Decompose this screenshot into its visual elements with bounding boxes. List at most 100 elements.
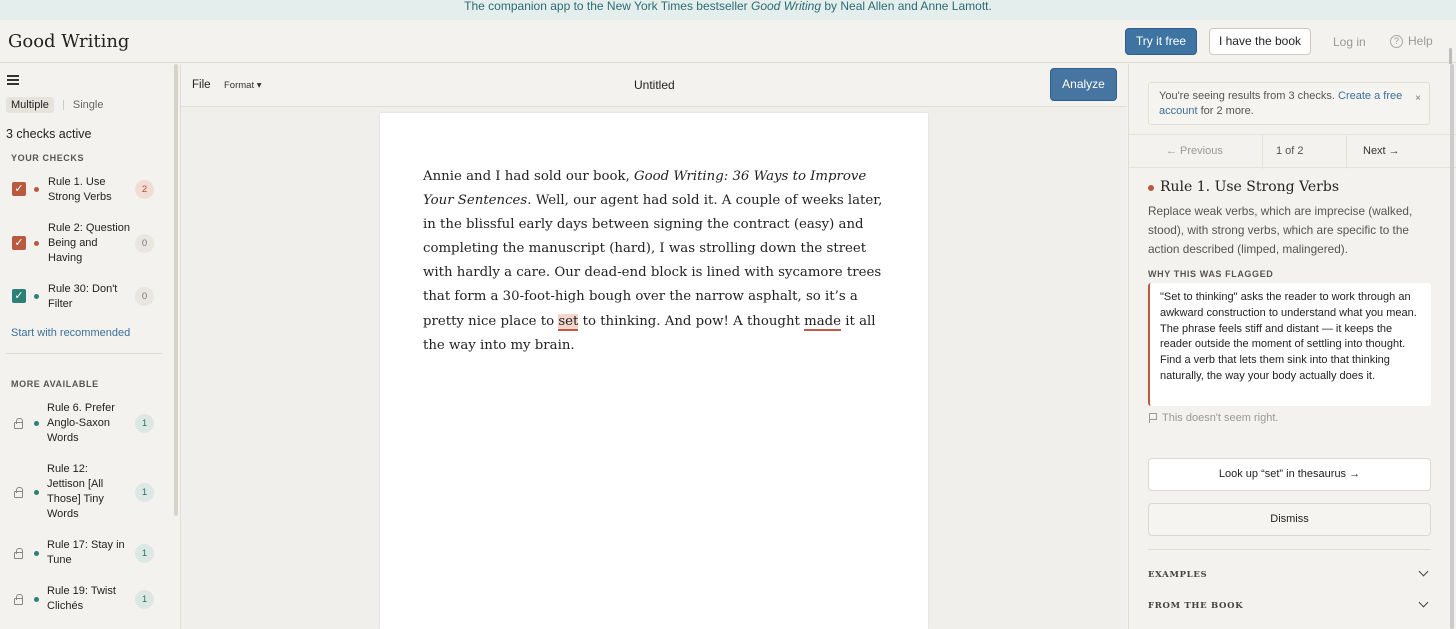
lock-icon — [14, 487, 23, 498]
next-button[interactable]: Next → — [1363, 145, 1400, 157]
checkbox-checked-icon[interactable]: ✓ — [12, 182, 26, 196]
more-available-heading: MORE AVAILABLE — [11, 379, 99, 389]
document-body[interactable]: Annie and I had sold our book, Good Writ… — [423, 165, 893, 358]
flag-count-badge: 0 — [135, 234, 154, 253]
file-menu[interactable]: File — [192, 79, 211, 91]
results-notice: You're seeing results from 3 checks. Cre… — [1148, 82, 1430, 125]
rule-title: Rule 1. Use Strong Verbs — [1160, 179, 1340, 195]
check-item-label: Rule 1. Use Strong Verbs — [48, 176, 112, 203]
flagged-word-active[interactable]: set — [558, 313, 579, 331]
banner-suffix: by Neal Allen and Anne Lamott. — [821, 0, 992, 13]
flag-count-badge: 1 — [135, 483, 154, 502]
flag-count-badge: 1 — [135, 590, 154, 609]
help-label: Help — [1408, 34, 1433, 48]
notice-text: You're seeing results from 3 checks. — [1159, 90, 1339, 102]
login-link[interactable]: Log in — [1333, 35, 1366, 49]
rule-color-dot — [34, 490, 39, 495]
check-item-label: Rule 30: Don't Filter — [48, 283, 118, 310]
menu-icon[interactable] — [7, 75, 19, 87]
rule-color-dot — [34, 187, 39, 192]
banner-prefix: The companion app to the New York Times … — [464, 0, 751, 13]
sidebar-scrollbar[interactable] — [174, 64, 178, 516]
locked-rule-label: Rule 17: Stay in Tune — [47, 539, 125, 566]
doc-text-segment: . Well, our agent had sold it. A couple … — [423, 193, 883, 329]
from-book-label: FROM THE BOOK — [1148, 601, 1244, 611]
document-title[interactable]: Untitled — [634, 78, 675, 92]
panel-scrollbar[interactable] — [1450, 64, 1454, 629]
flag-count-badge: 1 — [135, 544, 154, 563]
checkbox-checked-icon[interactable]: ✓ — [12, 236, 26, 250]
flag-explanation: "Set to thinking" asks the reader to wor… — [1148, 283, 1431, 406]
your-checks-heading: YOUR CHECKS — [11, 153, 85, 163]
check-item[interactable]: ✓ Rule 1. Use Strong Verbs 2 — [0, 174, 170, 206]
report-issue-label: This doesn't seem right. — [1162, 412, 1279, 424]
top-bar: Good Writing Try it free I have the book… — [0, 20, 1456, 68]
chevron-down-icon — [1418, 597, 1429, 608]
pager-divider — [1346, 135, 1347, 169]
checkbox-checked-icon[interactable]: ✓ — [12, 289, 26, 303]
doc-text-segment: to thinking. And pow! A thought — [578, 313, 805, 329]
analyze-button[interactable]: Analyze — [1050, 68, 1117, 101]
lock-icon — [14, 548, 23, 559]
results-panel: You're seeing results from 3 checks. Cre… — [1128, 64, 1456, 629]
rule-color-dot — [1148, 185, 1154, 191]
flagged-word[interactable]: made — [804, 313, 842, 331]
help-icon: ? — [1390, 34, 1403, 48]
help-link[interactable]: ? Help — [1390, 34, 1433, 48]
locked-rule-item[interactable]: Rule 17: Stay in Tune 1 — [0, 538, 170, 570]
report-issue-link[interactable]: This doesn't seem right. — [1149, 412, 1278, 424]
result-pager: ← Previous 1 of 2 Next → — [1129, 134, 1456, 169]
start-recommended-link[interactable]: Start with recommended — [11, 327, 130, 339]
locked-rule-label: Rule 19: Twist Clichés — [47, 585, 116, 612]
mode-single-tab[interactable]: Single — [73, 99, 104, 111]
thesaurus-button[interactable]: Look up “set” in thesaurus → — [1148, 458, 1431, 491]
lock-icon — [14, 418, 23, 429]
have-book-button[interactable]: I have the book — [1209, 28, 1311, 55]
flag-count-badge: 0 — [135, 287, 154, 306]
check-item[interactable]: ✓ Rule 30: Don't Filter 0 — [0, 281, 170, 313]
locked-rule-label: Rule 12: Jettison [All Those] Tiny Words — [47, 463, 104, 520]
pager-divider — [1262, 135, 1263, 169]
document-page[interactable]: Annie and I had sold our book, Good Writ… — [380, 113, 928, 629]
sidebar-divider — [6, 353, 162, 354]
from-book-accordion[interactable]: FROM THE BOOK — [1148, 597, 1431, 611]
check-item[interactable]: ✓ Rule 2: Question Being and Having 0 — [0, 220, 170, 266]
notice-suffix: for 2 more. — [1197, 105, 1254, 117]
rule-color-dot — [34, 241, 39, 246]
flag-count-badge: 2 — [135, 180, 154, 199]
mode-divider — [62, 100, 64, 110]
locked-rule-item[interactable]: Rule 19: Twist Clichés 1 — [0, 584, 170, 616]
rule-color-dot — [34, 551, 39, 556]
mode-multiple-tab[interactable]: Multiple — [6, 97, 54, 113]
rule-color-dot — [34, 597, 39, 602]
format-menu[interactable]: Format ▾ — [224, 80, 262, 91]
banner-book-title: Good Writing — [751, 0, 822, 13]
mode-toggle: Multiple Single — [6, 97, 103, 113]
why-flagged-heading: WHY THIS WAS FLAGGED — [1148, 269, 1274, 279]
flag-icon — [1149, 413, 1157, 423]
locked-rule-item[interactable]: Rule 6. Prefer Anglo-Saxon Words 1 — [0, 401, 170, 447]
locked-rule-item[interactable]: Rule 12: Jettison [All Those] Tiny Words… — [0, 462, 170, 524]
chevron-down-icon — [1418, 566, 1429, 577]
examples-label: EXAMPLES — [1148, 570, 1208, 580]
lock-icon — [14, 594, 23, 605]
check-item-label: Rule 2: Question Being and Having — [48, 222, 130, 264]
close-icon[interactable]: × — [1415, 91, 1421, 106]
editor-toolbar: File Format ▾ Untitled Analyze — [180, 64, 1127, 107]
examples-accordion[interactable]: EXAMPLES — [1148, 566, 1431, 580]
dismiss-button[interactable]: Dismiss — [1148, 503, 1431, 536]
previous-button[interactable]: ← Previous — [1166, 145, 1223, 157]
doc-text-segment: Annie and I had sold our book, — [423, 169, 635, 184]
result-counter: 1 of 2 — [1276, 145, 1304, 157]
flag-count-badge: 1 — [135, 414, 154, 433]
app-logo[interactable]: Good Writing — [8, 31, 129, 52]
rule-description: Replace weak verbs, which are imprecise … — [1148, 204, 1413, 256]
rule-color-dot — [34, 294, 39, 299]
rule-color-dot — [34, 421, 39, 426]
accordion-divider — [1148, 549, 1431, 550]
checks-sidebar: Multiple Single 3 checks active YOUR CHE… — [0, 64, 170, 629]
locked-rule-label: Rule 6. Prefer Anglo-Saxon Words — [47, 402, 115, 444]
promo-banner: The companion app to the New York Times … — [0, 0, 1456, 20]
try-free-button[interactable]: Try it free — [1125, 28, 1197, 55]
active-checks-count: 3 checks active — [6, 127, 92, 141]
